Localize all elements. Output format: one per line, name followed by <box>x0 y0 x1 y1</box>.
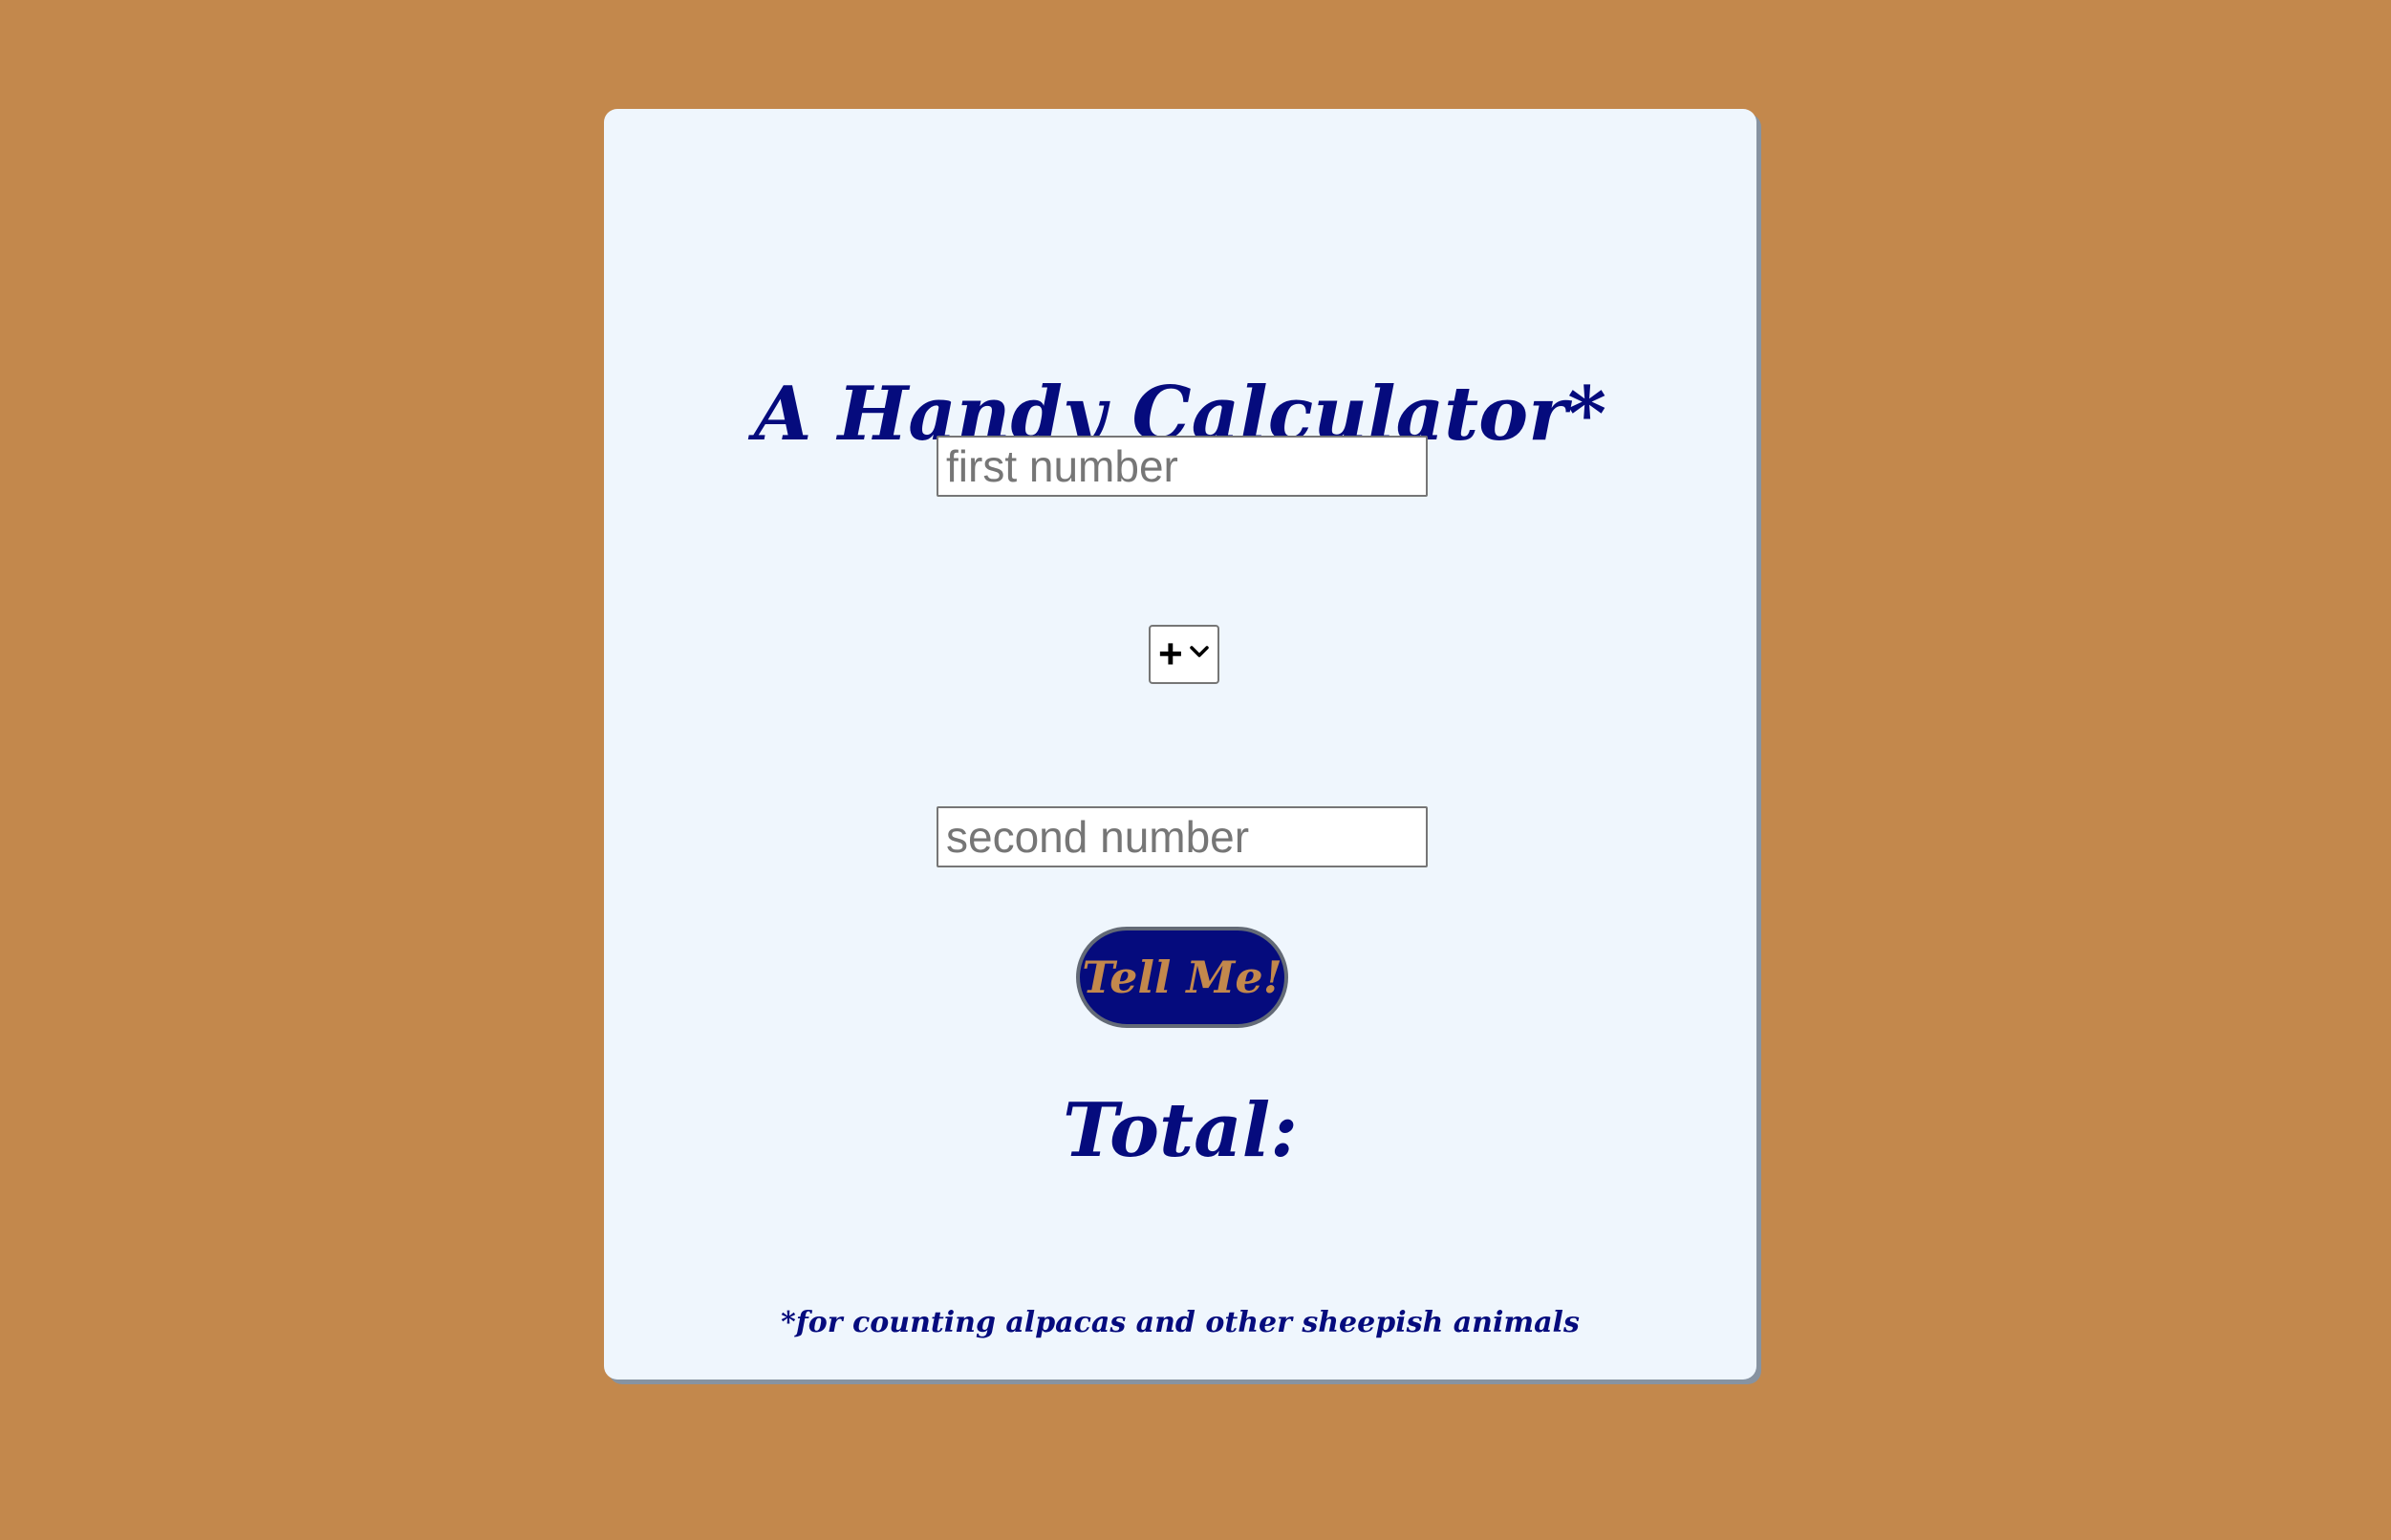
chevron-down-icon <box>1190 646 1209 657</box>
total-label: Total: <box>1062 1087 1299 1174</box>
calculator-card: A Handy Calculator* + Tell Me! Total: *f… <box>604 109 1756 1380</box>
second-number-input[interactable] <box>937 806 1428 867</box>
first-number-input[interactable] <box>937 436 1428 497</box>
operator-select[interactable]: + <box>1149 625 1219 684</box>
footnote: *for counting alpacas and other sheepish… <box>781 1306 1580 1339</box>
tell-me-button[interactable]: Tell Me! <box>1076 927 1288 1028</box>
operator-selected-value: + <box>1158 631 1183 677</box>
